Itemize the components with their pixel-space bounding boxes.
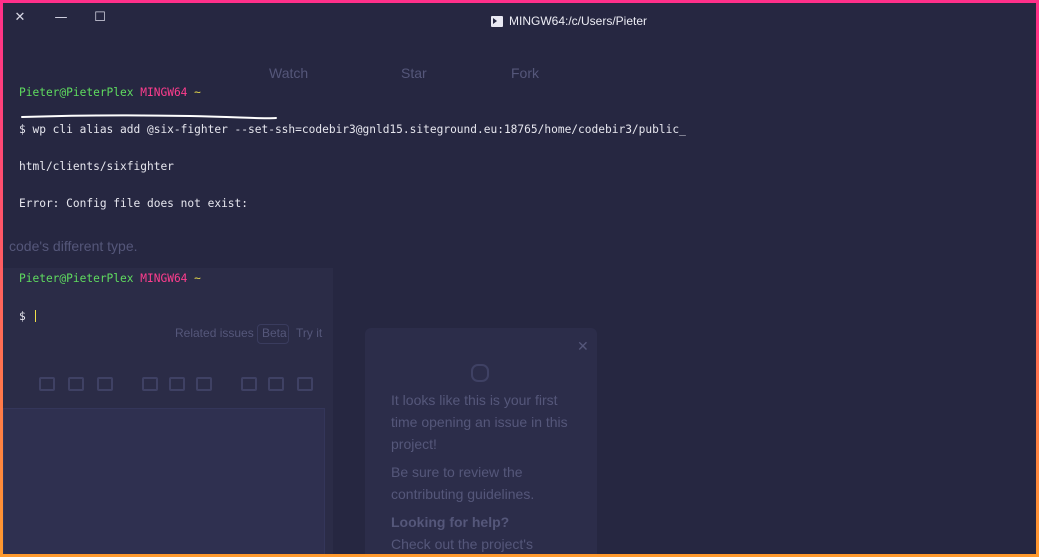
- octocat-icon: [471, 364, 489, 382]
- close-button[interactable]: ✕: [11, 9, 29, 27]
- code-icon: [68, 377, 84, 391]
- tip-text: Be sure to review the: [391, 464, 523, 480]
- input-prompt: $: [19, 310, 33, 324]
- background-editor: [3, 408, 325, 554]
- window-title-area: MINGW64:/c/Users/Pieter: [491, 14, 647, 28]
- prompt-path: ~: [194, 271, 201, 285]
- mention-icon: [241, 377, 257, 391]
- maximize-button[interactable]: ☐: [91, 9, 109, 27]
- terminal-icon: [491, 15, 503, 27]
- tip-text: contributing guidelines.: [391, 486, 535, 502]
- minimize-button[interactable]: —: [52, 9, 70, 27]
- task-list-icon: [196, 377, 212, 391]
- tip-text: Check out the project's: [391, 536, 533, 552]
- command-line-wrap: html/clients/sixfighter: [19, 160, 174, 174]
- title-bar[interactable]: ✕ — ☐ MINGW64:/c/Users/Pieter: [3, 3, 1036, 39]
- tip-text: time opening an issue in this: [391, 414, 568, 430]
- prompt-user: Pieter@PieterPlex: [19, 271, 134, 285]
- first-issue-tip-card: ✕ It looks like this is your first time …: [365, 328, 597, 554]
- link-icon: [97, 377, 113, 391]
- quote-icon: [39, 377, 55, 391]
- tip-heading: Looking for help?: [391, 514, 510, 530]
- bookmark-icon: [268, 377, 284, 391]
- reply-icon: [297, 377, 313, 391]
- error-message: Error: Config file does not exist:: [19, 197, 249, 211]
- prompt-user: Pieter@PieterPlex: [19, 85, 134, 99]
- prompt-host: MINGW64: [140, 271, 188, 285]
- list-icon: [142, 377, 158, 391]
- tip-text: project!: [391, 436, 437, 452]
- terminal-output[interactable]: Pieter@PieterPlex MINGW64 ~ $ wp cli ali…: [19, 62, 686, 347]
- prompt-host: MINGW64: [140, 85, 188, 99]
- annotation-underline: [21, 114, 277, 120]
- prompt-line: Pieter@PieterPlex MINGW64 ~: [19, 271, 686, 285]
- terminal-window[interactable]: Watch Star Fork code's different type. R…: [3, 3, 1036, 554]
- tip-text: It looks like this is your first: [391, 392, 558, 408]
- text-cursor: [35, 310, 37, 323]
- prompt-line: Pieter@PieterPlex MINGW64 ~: [19, 85, 686, 99]
- window-title: MINGW64:/c/Users/Pieter: [509, 14, 648, 28]
- command-line: $ wp cli alias add @six-fighter --set-ss…: [19, 123, 686, 137]
- ordered-list-icon: [169, 377, 185, 391]
- prompt-path: ~: [194, 85, 201, 99]
- input-line[interactable]: $: [19, 310, 686, 324]
